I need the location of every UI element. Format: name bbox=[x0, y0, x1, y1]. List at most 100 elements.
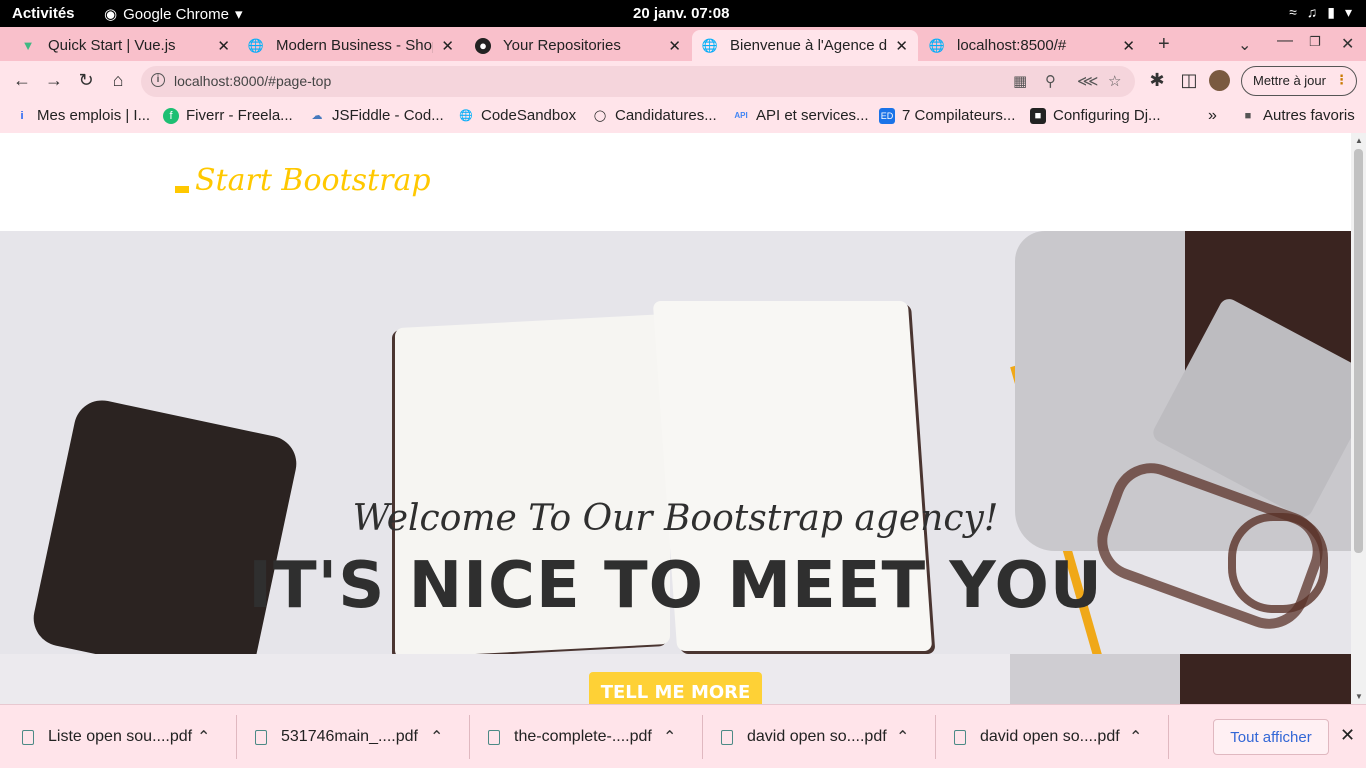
restore-icon[interactable]: ❐ bbox=[1309, 34, 1321, 50]
show-all-downloads-button[interactable]: Tout afficher bbox=[1213, 719, 1329, 755]
other-bookmarks-folder[interactable]: ■ Autres favoris bbox=[1240, 107, 1355, 124]
chevron-up-icon[interactable]: ⌃ bbox=[197, 727, 233, 747]
tab-localhost-8500[interactable]: 🌐 localhost:8500/# ✕ bbox=[919, 30, 1145, 61]
brand-text: Start Bootstrap bbox=[195, 163, 431, 198]
bookmark-item[interactable]: ED 7 Compilateurs... bbox=[879, 107, 1015, 124]
close-icon[interactable]: ✕ bbox=[217, 37, 230, 55]
circle-icon: ◯ bbox=[593, 110, 607, 122]
chevron-up-icon[interactable]: ⌃ bbox=[663, 727, 699, 747]
tab-search-icon[interactable]: ⌄ bbox=[1238, 35, 1251, 55]
zoom-icon[interactable]: ⚲ bbox=[1045, 72, 1056, 90]
bookmark-label: JSFiddle - Cod... bbox=[332, 107, 444, 124]
battery-icon: ▮ bbox=[1327, 4, 1335, 20]
bookmark-item[interactable]: ◯ Candidatures... bbox=[592, 107, 717, 124]
globe-icon: 🌐 bbox=[928, 37, 946, 53]
bookmark-label: Configuring Dj... bbox=[1053, 107, 1161, 124]
file-icon bbox=[488, 729, 500, 745]
github-icon: ● bbox=[475, 37, 491, 54]
download-item[interactable]: 531746main_....pdf ⌃ bbox=[233, 705, 466, 769]
close-icon[interactable]: ✕ bbox=[895, 37, 908, 55]
globe-icon: 🌐 bbox=[459, 110, 473, 122]
translate-icon[interactable]: ▦ bbox=[1013, 72, 1027, 90]
profile-avatar[interactable] bbox=[1209, 70, 1230, 91]
system-tray[interactable]: ≈ ♫ ▮ ▾ bbox=[1289, 4, 1352, 21]
fiverr-icon: f bbox=[163, 107, 179, 124]
chevron-up-icon[interactable]: ⌃ bbox=[896, 727, 932, 747]
new-tab-icon[interactable]: + bbox=[1158, 33, 1170, 56]
download-item[interactable]: david open so....pdf ⌃ bbox=[932, 705, 1165, 769]
volume-icon: ♫ bbox=[1306, 4, 1318, 20]
chevron-up-icon[interactable]: ⌃ bbox=[1129, 727, 1165, 747]
activities-button[interactable]: Activités bbox=[12, 5, 75, 22]
keyboard-repeat bbox=[1180, 654, 1351, 704]
menu-dots-icon: ⋮ bbox=[1335, 72, 1348, 87]
bookmark-label: Candidatures... bbox=[615, 107, 717, 124]
close-window-icon[interactable]: ✕ bbox=[1341, 34, 1354, 54]
tell-me-more-button[interactable]: TELL ME MORE bbox=[589, 672, 762, 704]
bookmark-star-icon[interactable]: ☆ bbox=[1108, 72, 1121, 90]
more-bookmarks-icon[interactable]: » bbox=[1208, 107, 1217, 125]
scrollbar-thumb[interactable] bbox=[1354, 149, 1363, 553]
caret-down-icon: ▾ bbox=[234, 6, 243, 23]
back-icon[interactable]: ← bbox=[11, 70, 33, 91]
reload-icon[interactable]: ↻ bbox=[75, 70, 97, 91]
bookmark-item[interactable]: ■ Configuring Dj... bbox=[1030, 107, 1161, 124]
close-icon[interactable]: ✕ bbox=[441, 37, 454, 55]
bookmark-item[interactable]: 🌐 CodeSandbox bbox=[458, 107, 576, 124]
extensions-icon[interactable]: ✱ bbox=[1146, 70, 1168, 91]
jsfiddle-icon: ☁ bbox=[311, 110, 323, 122]
system-top-bar: Activités ◉ Google Chrome ▾ 20 janv. 07:… bbox=[0, 0, 1366, 27]
home-icon[interactable]: ⌂ bbox=[107, 70, 129, 91]
bookmark-item[interactable]: f Fiverr - Freela... bbox=[163, 107, 293, 124]
clock[interactable]: 20 janv. 07:08 bbox=[633, 5, 729, 22]
folder-icon: ■ bbox=[1244, 109, 1252, 122]
address-bar[interactable]: i localhost:8000/#page-top ▦ ⚲ ⋘ ☆ bbox=[141, 66, 1135, 97]
download-divider bbox=[1168, 715, 1169, 759]
minimize-icon[interactable]: — bbox=[1277, 32, 1293, 50]
bookmark-item[interactable]: i Mes emplois | I... bbox=[14, 107, 150, 124]
file-icon bbox=[721, 729, 733, 745]
app-menu[interactable]: ◉ Google Chrome ▾ bbox=[104, 5, 243, 24]
bookmark-label: Mes emplois | I... bbox=[37, 107, 151, 124]
logo-mark bbox=[175, 186, 189, 193]
download-name: 531746main_....pdf bbox=[281, 728, 418, 745]
web-page: Start Bootstrap Welcome To Our Bootstrap… bbox=[0, 133, 1351, 704]
scroll-up-icon[interactable]: ▲ bbox=[1355, 136, 1363, 145]
file-icon bbox=[954, 729, 966, 745]
download-item[interactable]: the-complete-....pdf ⌃ bbox=[466, 705, 699, 769]
forward-icon[interactable]: → bbox=[43, 70, 65, 91]
chevron-up-icon[interactable]: ⌃ bbox=[430, 727, 466, 747]
page-scrollbar[interactable]: ▲ ▼ bbox=[1351, 133, 1366, 704]
file-icon bbox=[22, 729, 34, 745]
tab-title: Your Repositories bbox=[503, 37, 621, 54]
download-name: the-complete-....pdf bbox=[514, 728, 652, 745]
scroll-down-icon[interactable]: ▼ bbox=[1355, 692, 1363, 701]
hero-subheading: Welcome To Our Bootstrap agency! bbox=[352, 498, 999, 539]
browser-toolbar: ← → ↻ ⌂ i localhost:8000/#page-top ▦ ⚲ ⋘… bbox=[0, 61, 1366, 101]
site-info-icon[interactable]: i bbox=[151, 73, 165, 87]
update-button[interactable]: Mettre à jour ⋮ bbox=[1241, 66, 1357, 96]
tab-agence[interactable]: 🌐 Bienvenue à l'Agence du ✕ bbox=[692, 30, 918, 61]
tab-modern-business[interactable]: 🌐 Modern Business - Shop ✕ bbox=[238, 30, 464, 61]
indeed-icon: i bbox=[20, 109, 24, 122]
bookmark-item[interactable]: API API et services... bbox=[733, 107, 868, 124]
tab-vue[interactable]: ▼ Quick Start | Vue.js ✕ bbox=[10, 30, 240, 61]
tab-repositories[interactable]: ● Your Repositories ✕ bbox=[465, 30, 691, 61]
side-panel-icon[interactable]: ◫ bbox=[1178, 70, 1200, 91]
share-icon[interactable]: ⋘ bbox=[1077, 72, 1098, 90]
url-text[interactable]: localhost:8000/#page-top bbox=[174, 73, 331, 89]
site-brand[interactable]: Start Bootstrap bbox=[175, 163, 431, 198]
close-icon[interactable]: ✕ bbox=[1340, 725, 1355, 746]
globe-icon: 🌐 bbox=[701, 37, 719, 53]
close-icon[interactable]: ✕ bbox=[668, 37, 681, 55]
other-bookmarks-label: Autres favoris bbox=[1263, 107, 1355, 124]
close-icon[interactable]: ✕ bbox=[1122, 37, 1135, 55]
ed-icon: ED bbox=[879, 107, 895, 124]
download-item[interactable]: david open so....pdf ⌃ bbox=[699, 705, 932, 769]
bookmark-item[interactable]: ☁ JSFiddle - Cod... bbox=[309, 107, 444, 124]
download-name: david open so....pdf bbox=[747, 728, 887, 745]
download-name: Liste open sou....pdf bbox=[48, 728, 193, 745]
api-icon: API bbox=[734, 111, 748, 120]
download-item[interactable]: Liste open sou....pdf ⌃ bbox=[0, 705, 233, 769]
downloads-bar: Liste open sou....pdf ⌃ 531746main_....p… bbox=[0, 704, 1366, 768]
